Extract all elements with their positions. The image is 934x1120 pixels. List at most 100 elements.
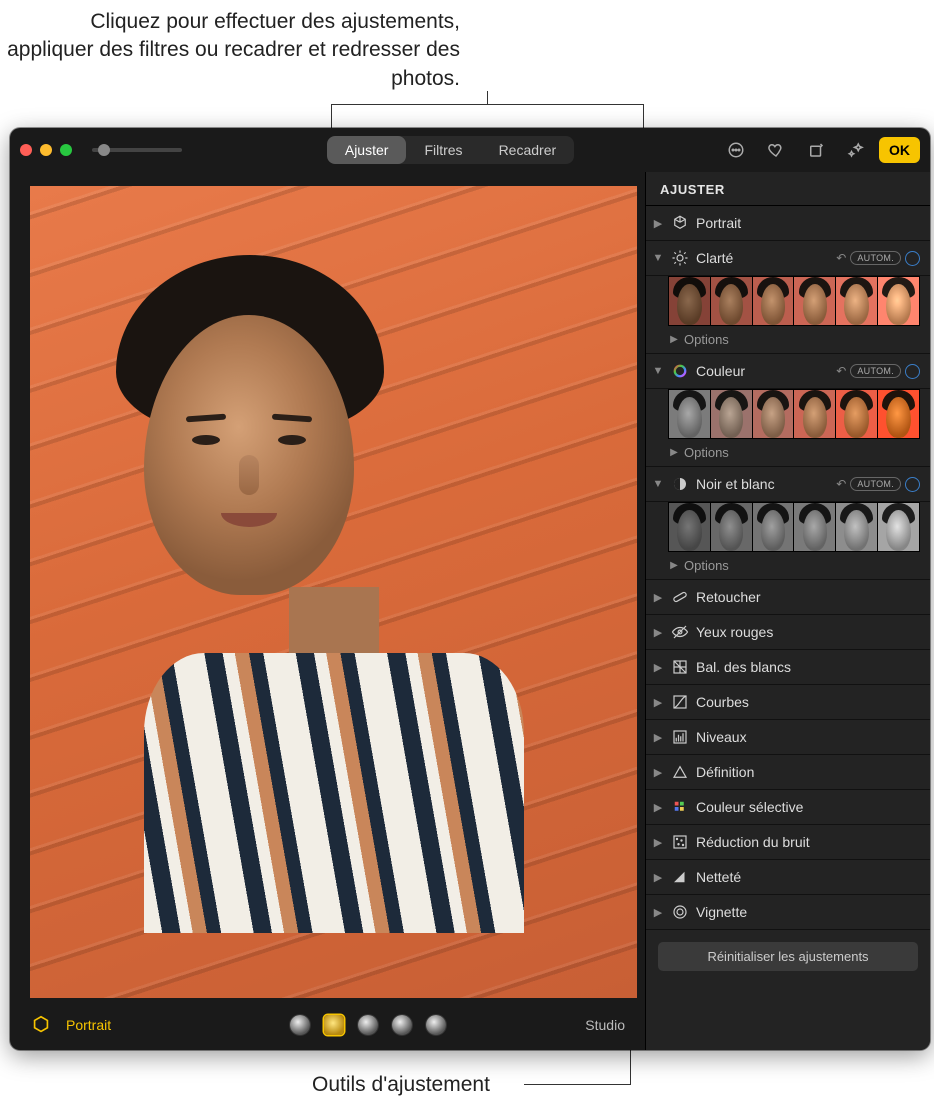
- adjust-label: Yeux rouges: [696, 624, 920, 640]
- couleur-thumbnails[interactable]: [646, 389, 930, 439]
- rotate-button[interactable]: [799, 135, 833, 165]
- toolbar: Ajuster Filtres Recadrer OK: [10, 128, 930, 172]
- undo-icon[interactable]: ↶: [836, 364, 846, 378]
- adjust-row-nettete[interactable]: ▶ Netteté: [646, 860, 930, 895]
- adjust-row-yeux-rouges[interactable]: ▶ Yeux rouges: [646, 615, 930, 650]
- auto-button[interactable]: AUTOM.: [850, 251, 901, 265]
- bandage-icon: [670, 587, 690, 607]
- adjust-label: Bal. des blancs: [696, 659, 920, 675]
- lighting-studio[interactable]: [324, 1015, 344, 1035]
- reset-row: Réinitialiser les ajustements: [646, 930, 930, 983]
- options-label: Options: [684, 558, 729, 573]
- chevron-right-icon: ▶: [668, 334, 680, 345]
- undo-icon[interactable]: ↶: [836, 251, 846, 265]
- couleur-options[interactable]: ▶ Options: [646, 439, 930, 467]
- tab-filters[interactable]: Filtres: [406, 136, 480, 164]
- callout-top-text: Cliquez pour effectuer des ajustements, …: [0, 8, 460, 93]
- minimize-button[interactable]: [40, 144, 52, 156]
- vignette-icon: [670, 902, 690, 922]
- adjust-row-courbes[interactable]: ▶ Courbes: [646, 685, 930, 720]
- fullscreen-button[interactable]: [60, 144, 72, 156]
- eye-slash-icon: [670, 622, 690, 642]
- adjust-label: Niveaux: [696, 729, 920, 745]
- photo-footer: Portrait Studio: [10, 1000, 645, 1050]
- zoom-handle[interactable]: [98, 144, 110, 156]
- adjust-row-noir-blanc[interactable]: ▼ Noir et blanc ↶ AUTOM.: [646, 467, 930, 502]
- bw-thumbnails[interactable]: [646, 502, 930, 552]
- reset-adjustments-button[interactable]: Réinitialiser les ajustements: [658, 942, 918, 971]
- adjust-panel: AJUSTER ▶ Portrait ▼ Clarté ↶ AUTOM.: [645, 172, 930, 1050]
- done-button[interactable]: OK: [879, 137, 920, 163]
- curves-icon: [670, 692, 690, 712]
- cube-icon: [670, 213, 690, 233]
- chevron-right-icon: ▶: [652, 836, 664, 849]
- triangle-icon: [670, 762, 690, 782]
- tab-crop[interactable]: Recadrer: [481, 136, 575, 164]
- photo-preview[interactable]: [30, 186, 637, 998]
- favorite-button[interactable]: [759, 135, 793, 165]
- lighting-contour[interactable]: [358, 1015, 378, 1035]
- chevron-right-icon: ▶: [652, 766, 664, 779]
- enable-ring[interactable]: [905, 364, 920, 379]
- adjust-row-retoucher[interactable]: ▶ Retoucher: [646, 580, 930, 615]
- adjust-row-bruit[interactable]: ▶ Réduction du bruit: [646, 825, 930, 860]
- adjust-row-definition[interactable]: ▶ Définition: [646, 755, 930, 790]
- adjust-row-couleur-selective[interactable]: ▶ Couleur sélective: [646, 790, 930, 825]
- chevron-right-icon: ▶: [652, 696, 664, 709]
- close-button[interactable]: [20, 144, 32, 156]
- lighting-style-label: Studio: [585, 1017, 625, 1033]
- auto-button[interactable]: AUTOM.: [850, 477, 901, 491]
- adjust-row-bal-blancs[interactable]: ▶ Bal. des blancs: [646, 650, 930, 685]
- more-button[interactable]: [719, 135, 753, 165]
- edit-mode-segmented: Ajuster Filtres Recadrer: [327, 136, 574, 164]
- enable-ring[interactable]: [905, 477, 920, 492]
- lighting-options: [290, 1015, 446, 1035]
- adjust-label: Courbes: [696, 694, 920, 710]
- adjust-row-clarte[interactable]: ▼ Clarté ↶ AUTOM.: [646, 241, 930, 276]
- chevron-right-icon: ▶: [652, 591, 664, 604]
- adjust-row-couleur[interactable]: ▼ Couleur ↶ AUTOM.: [646, 354, 930, 389]
- adjust-label: Portrait: [696, 215, 920, 231]
- chevron-right-icon: ▶: [652, 801, 664, 814]
- lighting-natural[interactable]: [290, 1015, 310, 1035]
- chevron-right-icon: ▶: [652, 906, 664, 919]
- lighting-stage-mono[interactable]: [426, 1015, 446, 1035]
- callout-line: [524, 1084, 631, 1085]
- half-circle-icon: [670, 474, 690, 494]
- chevron-down-icon: ▼: [652, 252, 664, 264]
- zoom-slider[interactable]: [92, 148, 182, 152]
- content: Portrait Studio AJUSTER ▶ Portrait ▼: [10, 172, 930, 1050]
- sun-icon: [670, 248, 690, 268]
- chevron-right-icon: ▶: [652, 626, 664, 639]
- tab-adjust[interactable]: Ajuster: [327, 136, 407, 164]
- portrait-mode-icon: [30, 1014, 52, 1036]
- adjust-label: Réduction du bruit: [696, 834, 920, 850]
- clarte-options[interactable]: ▶ Options: [646, 326, 930, 354]
- chevron-down-icon: ▼: [652, 365, 664, 377]
- window-controls: [20, 144, 72, 156]
- chevron-right-icon: ▶: [652, 217, 664, 230]
- adjust-row-niveaux[interactable]: ▶ Niveaux: [646, 720, 930, 755]
- chevron-right-icon: ▶: [668, 447, 680, 458]
- clarte-thumbnails[interactable]: [646, 276, 930, 326]
- auto-button[interactable]: AUTOM.: [850, 364, 901, 378]
- undo-icon[interactable]: ↶: [836, 477, 846, 491]
- callout-line: [487, 91, 488, 105]
- panel-header: AJUSTER: [646, 172, 930, 206]
- photos-edit-window: Ajuster Filtres Recadrer OK: [10, 128, 930, 1050]
- noise-icon: [670, 832, 690, 852]
- adjust-label: Noir et blanc: [696, 476, 830, 492]
- bw-options[interactable]: ▶ Options: [646, 552, 930, 580]
- wb-grid-icon: [670, 657, 690, 677]
- adjust-label: Couleur: [696, 363, 830, 379]
- adjust-label: Couleur sélective: [696, 799, 920, 815]
- adjust-row-portrait[interactable]: ▶ Portrait: [646, 206, 930, 241]
- adjust-label: Vignette: [696, 904, 920, 920]
- adjust-label: Retoucher: [696, 589, 920, 605]
- options-label: Options: [684, 332, 729, 347]
- auto-enhance-button[interactable]: [839, 135, 873, 165]
- lighting-stage[interactable]: [392, 1015, 412, 1035]
- enable-ring[interactable]: [905, 251, 920, 266]
- adjust-label: Clarté: [696, 250, 830, 266]
- adjust-row-vignette[interactable]: ▶ Vignette: [646, 895, 930, 930]
